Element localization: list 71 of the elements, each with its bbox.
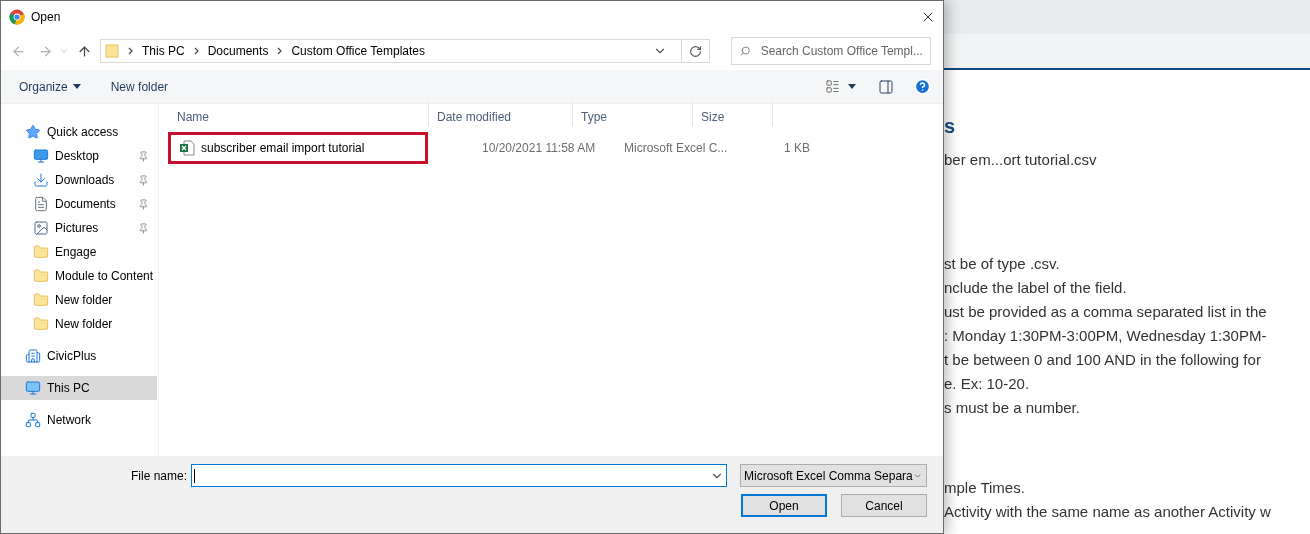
folder-icon <box>33 268 49 284</box>
open-button[interactable]: Open <box>741 494 827 517</box>
building-icon <box>25 348 41 364</box>
help-icon[interactable] <box>914 78 931 95</box>
star-icon <box>25 124 41 140</box>
organize-menu[interactable]: Organize <box>19 77 81 96</box>
search-field[interactable]: Search Custom Office Templ... <box>731 37 931 65</box>
file-name-label: File name: <box>131 467 188 485</box>
window-title: Open <box>31 8 61 26</box>
chevron-right-icon <box>193 47 199 55</box>
rule-text: t be between 0 and 100 AND in the following for <box>944 350 1262 370</box>
sidebar-item[interactable]: Module to Content <box>1 264 157 288</box>
sidebar-item[interactable]: Pictures <box>1 216 157 240</box>
rule-text: ust be provided as a comma separated list in the <box>944 302 1268 322</box>
note-text: mple Times. <box>944 478 1026 498</box>
document-icon <box>33 196 49 212</box>
breadcrumb[interactable]: Documents <box>207 42 269 60</box>
page-heading: s <box>944 114 957 138</box>
rule-text: nclude the label of the field. <box>944 278 1128 298</box>
column-header[interactable]: Name <box>169 102 429 126</box>
rule-text: s must be a number. <box>944 398 1081 418</box>
breadcrumb[interactable]: This PC <box>142 42 185 60</box>
cancel-button[interactable]: Cancel <box>841 494 927 517</box>
rule-text: : Monday 1:30PM-3:00PM, Wednesday 1:30PM- <box>944 326 1268 346</box>
network-icon <box>25 412 41 428</box>
caret-icon[interactable] <box>848 84 856 89</box>
file-name-field[interactable] <box>191 464 727 487</box>
rule-text: e. Ex: 10-20. <box>944 374 1031 394</box>
sidebar-item[interactable]: New folder <box>1 288 157 312</box>
date-modified: 10/20/2021 11:58 AM <box>482 141 596 155</box>
monitor-icon <box>33 148 49 164</box>
spreadsheet-file-icon <box>179 140 195 156</box>
file-row[interactable]: subscriber email import tutorial 10/20/2021 11:58 AM Microsoft Excel C... 1 KB <box>169 134 943 162</box>
sidebar-item[interactable]: Desktop <box>1 144 157 168</box>
sidebar-item[interactable]: New folder <box>1 312 157 336</box>
sidebar-item[interactable]: CivicPlus <box>1 344 157 368</box>
file-type-select[interactable]: Microsoft Excel Comma Separa <box>740 464 927 487</box>
chevron-right-icon <box>128 47 133 55</box>
file-label: ber em...ort tutorial.csv <box>944 150 1098 170</box>
file-name: subscriber email import tutorial <box>201 140 365 157</box>
sidebar-item[interactable]: Engage <box>1 240 157 264</box>
sidebar-item[interactable]: Quick access <box>1 120 157 144</box>
new-folder-button[interactable]: New folder <box>110 77 169 96</box>
view-options-icon[interactable] <box>825 79 840 94</box>
sidebar-item[interactable]: This PC <box>1 376 157 400</box>
folder-icon <box>33 244 49 260</box>
caret-icon <box>72 84 81 89</box>
download-icon <box>33 172 49 188</box>
search-icon <box>740 45 751 57</box>
folder-icon <box>33 316 49 332</box>
file-type: Microsoft Excel C... <box>624 141 728 155</box>
sidebar-item[interactable]: Documents <box>1 192 157 216</box>
up-icon[interactable] <box>77 43 92 59</box>
chevron-right-icon <box>277 47 283 55</box>
column-header[interactable]: Date modified <box>429 102 573 126</box>
rule-text: st be of type .csv. <box>944 254 1061 274</box>
sidebar-item[interactable]: Network <box>1 408 157 432</box>
folder-icon <box>105 44 119 58</box>
column-header[interactable]: Type <box>573 102 693 126</box>
breadcrumb[interactable]: Custom Office Templates <box>291 42 425 60</box>
sidebar-item[interactable]: Downloads <box>1 168 157 192</box>
picture-icon <box>33 220 49 236</box>
address-bar[interactable]: This PC Documents Custom Office Templates <box>100 39 710 63</box>
column-header[interactable]: Size <box>693 102 773 126</box>
note-text: Activity with the same name as another Activity w <box>944 502 1272 522</box>
preview-pane-icon[interactable] <box>878 78 894 95</box>
refresh-icon[interactable] <box>689 44 702 58</box>
file-size: 1 KB <box>784 140 810 157</box>
computer-icon <box>25 380 41 396</box>
folder-icon <box>33 292 49 308</box>
browser-logo-icon <box>9 8 25 25</box>
